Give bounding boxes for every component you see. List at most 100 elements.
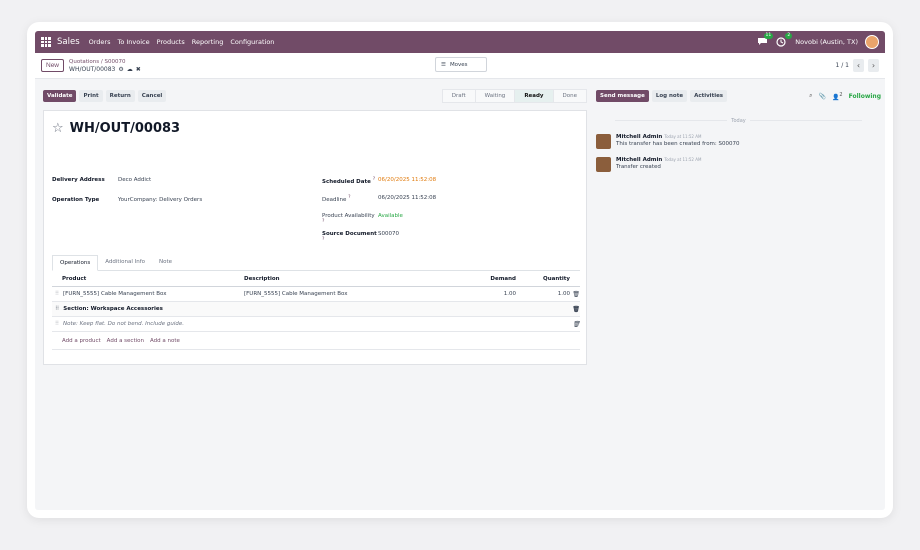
app-name[interactable]: Sales <box>57 37 80 47</box>
chat-badge: 11 <box>763 33 774 39</box>
row-product: [FURN_5555] Cable Management Box <box>63 291 167 297</box>
paperclip-icon[interactable]: 📎 <box>818 93 825 100</box>
app-container: Sales Orders To Invoice Products Reporti… <box>35 31 885 510</box>
source-document-value[interactable]: S00070 <box>378 231 399 245</box>
add-product-link[interactable]: Add a product <box>62 338 101 344</box>
operation-type-field: Operation Type YourCompany: Delivery Ord… <box>52 197 202 203</box>
chat-icon[interactable]: 11 <box>757 33 774 47</box>
moves-button[interactable]: ☰ Moves <box>435 57 487 72</box>
menu-reporting[interactable]: Reporting <box>192 38 224 46</box>
availability-label: Product Availability ? <box>322 213 375 224</box>
list-icon: ☰ <box>441 61 446 68</box>
row-description: [FURN_5555] Cable Management Box <box>244 291 348 297</box>
activity-badge: 2 <box>785 33 793 39</box>
row-demand: 1.00 <box>503 291 516 297</box>
col-product[interactable]: Product <box>52 276 244 282</box>
availability-field: Product Availability ? Available <box>322 213 403 227</box>
record-title: ☆ WH/OUT/00083 <box>52 121 180 136</box>
col-quantity[interactable]: Quantity <box>516 276 570 282</box>
discard-icon[interactable]: ✖ <box>136 66 141 74</box>
stage-ready[interactable]: Ready <box>514 89 554 103</box>
cloud-save-icon[interactable]: ☁ <box>127 66 133 74</box>
col-description[interactable]: Description <box>244 276 444 282</box>
operation-type-value[interactable]: YourCompany: Delivery Orders <box>118 197 202 203</box>
return-button[interactable]: Return <box>105 90 135 102</box>
trash-icon[interactable]: 🗑 <box>570 291 580 298</box>
breadcrumb: Quotations / S00070 WH/OUT/00083 ⚙ ☁ ✖ <box>69 58 141 74</box>
breadcrumb-current: WH/OUT/00083 <box>69 65 116 73</box>
stage-draft[interactable]: Draft <box>441 89 476 103</box>
drag-handle-icon[interactable]: ⠿ <box>55 306 59 312</box>
table-row[interactable]: ⠿ [FURN_5555] Cable Management Box [FURN_… <box>52 287 580 302</box>
send-message-button[interactable]: Send message <box>596 90 649 102</box>
following-button[interactable]: Following <box>849 93 881 100</box>
chatter-topbar: Send message Log note Activities ⌕ 📎 👤2 … <box>596 88 881 104</box>
menu-orders[interactable]: Orders <box>89 38 111 46</box>
star-icon[interactable]: ☆ <box>52 121 64 136</box>
help-icon: ? <box>372 177 376 182</box>
stage-done[interactable]: Done <box>552 89 587 103</box>
table-header: Product Description Demand Quantity <box>52 272 580 287</box>
print-button[interactable]: Print <box>79 90 103 102</box>
delivery-address-field: Delivery Address Deco Addict <box>52 177 151 183</box>
company-switcher[interactable]: Novobi (Austin, TX) <box>795 38 858 46</box>
tab-operations[interactable]: Operations <box>52 255 99 271</box>
add-section-link[interactable]: Add a section <box>107 338 144 344</box>
stage-waiting[interactable]: Waiting <box>474 89 516 103</box>
notebook-tabs: Operations Additional Info Note <box>52 255 580 271</box>
menu-to-invoice[interactable]: To Invoice <box>117 38 149 46</box>
trash-icon[interactable]: 🗑 <box>570 306 580 313</box>
new-button[interactable]: New <box>41 59 65 72</box>
trash-icon[interactable]: 🗑 <box>570 321 580 328</box>
message-author[interactable]: Mitchell Admin <box>616 134 662 140</box>
pager-value[interactable]: 1 / 1 <box>836 62 849 69</box>
log-note-button[interactable]: Log note <box>651 90 688 102</box>
source-document-label: Source Document ? <box>322 231 377 242</box>
cancel-button[interactable]: Cancel <box>137 90 167 102</box>
menu-products[interactable]: Products <box>157 38 185 46</box>
scheduled-date-value[interactable]: 06/20/2025 11:52:08 <box>378 177 436 185</box>
add-line-row: Add a product Add a section Add a note <box>52 332 580 350</box>
chevron-right-icon[interactable]: › <box>868 59 879 72</box>
help-icon: ? <box>348 195 351 200</box>
avatar[interactable] <box>596 157 611 172</box>
message-author[interactable]: Mitchell Admin <box>616 157 662 163</box>
operation-type-label: Operation Type <box>52 197 100 203</box>
breadcrumb-order[interactable]: S00070 <box>104 59 125 65</box>
breadcrumb-quotations[interactable]: Quotations <box>69 59 99 65</box>
section-title: Section: Workspace Accessories <box>63 306 163 312</box>
drag-handle-icon[interactable]: ⠿ <box>55 321 59 327</box>
user-avatar[interactable] <box>865 35 879 49</box>
search-icon[interactable]: ⌕ <box>809 92 812 100</box>
chevron-left-icon[interactable]: ‹ <box>853 59 864 72</box>
tab-additional-info[interactable]: Additional Info <box>98 255 152 270</box>
stage-pipeline: Draft Waiting Ready Done <box>441 89 587 103</box>
form-sheet: ☆ WH/OUT/00083 Delivery Address Deco Add… <box>43 110 587 365</box>
delivery-address-value[interactable]: Deco Addict <box>118 177 151 183</box>
followers-icon[interactable]: 👤2 <box>832 92 843 101</box>
apps-grid-icon[interactable] <box>41 37 51 47</box>
followers-count: 2 <box>839 91 843 98</box>
add-note-link[interactable]: Add a note <box>150 338 180 344</box>
activities-button[interactable]: Activities <box>690 90 728 102</box>
record-name: WH/OUT/00083 <box>69 121 181 136</box>
validate-button[interactable]: Validate <box>43 90 77 102</box>
breadcrumb-separator: / <box>100 58 103 65</box>
message-time: Today at 11:52 AM <box>664 134 702 139</box>
note-row[interactable]: ⠿ Note: Keep flat. Do not bend. Include g… <box>52 317 580 332</box>
avatar[interactable] <box>596 134 611 149</box>
message-body: This transfer has been created from: S00… <box>616 141 740 147</box>
message-time: Today at 11:52 AM <box>664 157 702 162</box>
menu-configuration[interactable]: Configuration <box>230 38 274 46</box>
deadline-label: Deadline ? <box>322 195 351 203</box>
tab-note[interactable]: Note <box>152 255 179 270</box>
gear-icon[interactable]: ⚙ <box>118 66 123 74</box>
col-demand[interactable]: Demand <box>444 276 516 282</box>
chatter-message: Mitchell Admin Today at 11:52 AM This tra… <box>596 134 881 149</box>
deadline-value[interactable]: 06/20/2025 11:52:08 <box>378 195 436 203</box>
section-row[interactable]: ⠿ Section: Workspace Accessories 🗑 <box>52 302 580 317</box>
drag-handle-icon[interactable]: ⠿ <box>55 291 59 297</box>
activity-clock-icon[interactable]: 2 <box>776 33 793 47</box>
row-quantity[interactable]: 1.00 <box>516 291 570 297</box>
note-text: Note: Keep flat. Do not bend. Include gu… <box>63 321 184 327</box>
